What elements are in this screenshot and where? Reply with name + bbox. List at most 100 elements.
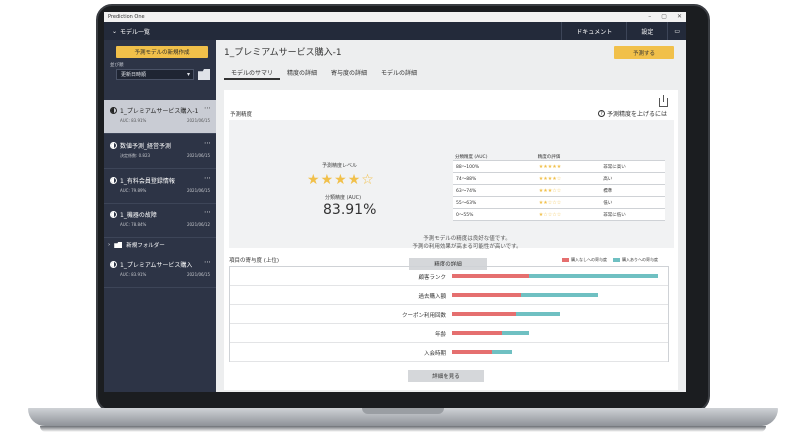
table-row: 0〜55% ★☆☆☆☆ 非常に低い [453, 208, 665, 221]
new-folder-icon[interactable] [198, 69, 210, 80]
sidebar-model-item[interactable]: 1_プレミアムサービス購入-1 ⋯ AUC: 83.91% 2021/06/15 [104, 100, 216, 134]
model-type-icon [110, 261, 117, 268]
minimize-button[interactable]: – [648, 13, 651, 20]
close-button[interactable]: ✕ [677, 13, 682, 20]
chat-icon[interactable]: ▭ [667, 22, 686, 40]
desc-cell: 低い [600, 196, 665, 209]
menubar: ⌄ モデル一覧 ドキュメント 設定 ▭ [104, 22, 686, 40]
contribution-label: 過去購入額 [418, 294, 446, 300]
accuracy-table: 分類精度 (AUC) 精度の評価 88〜100% ★★★★★ 非常に高い 74〜88%… [453, 154, 665, 221]
range-cell: 0〜55% [453, 208, 536, 221]
contribution-bar-negative [452, 312, 517, 316]
star-filled-icon: ★ [307, 172, 321, 188]
more-icon[interactable]: ⋯ [204, 258, 211, 266]
stars-cell: ★★★☆☆ [535, 184, 601, 197]
contribution-bar-positive [516, 312, 561, 316]
model-auc: 決定係数: 0.823 [120, 153, 151, 158]
menu-documents[interactable]: ドキュメント [561, 22, 626, 40]
model-auc: AUC: 83.91% [120, 118, 147, 123]
model-date: 2021/06/15 [186, 118, 210, 123]
tab-model-detail[interactable]: モデルの詳細 [374, 64, 424, 80]
sidebar-model-item[interactable]: 1_有料会員登録情報 ⋯ AUC: 79.89% 2021/06/15 [104, 170, 216, 204]
note-line: 予測モデルの精度は良好な値です。 [423, 236, 511, 242]
contribution-bar-positive [528, 274, 658, 278]
desc-cell: 非常に低い [600, 208, 665, 221]
contribution-bar-negative [452, 293, 521, 297]
model-name: 1_プレミアムサービス購入-1 [120, 108, 199, 115]
level-label: 予測精度レベル [322, 163, 358, 169]
download-icon[interactable] [659, 95, 668, 107]
legend-negative: 購入なしへの寄与度 [562, 257, 607, 263]
table-row: 88〜100% ★★★★★ 非常に高い [453, 160, 665, 173]
menu-settings[interactable]: 設定 [626, 22, 667, 40]
star-filled-icon: ★ [334, 172, 348, 188]
app-screen: Prediction One – ▢ ✕ ⌄ モデル一覧 ドキュメント 設定 ▭… [104, 12, 686, 392]
new-model-button[interactable]: 予測モデルの新規作成 [116, 46, 208, 58]
desc-cell: 非常に高い [600, 160, 665, 173]
contribution-bar-positive [520, 293, 598, 297]
contribution-legend: 購入なしへの寄与度 購入ありへの寄与度 [562, 257, 658, 263]
stars-cell: ★★★★★ [535, 160, 601, 173]
sidebar-model-item[interactable]: 1_プレミアムサービス購入 ⋯ AUC: 83.91% 2021/06/15 [104, 254, 216, 288]
model-type-icon [110, 107, 117, 114]
contribution-row: 入会時期 [230, 343, 668, 362]
sidebar-model-item[interactable]: 1_機器の故障 ⋯ AUC: 78.84% 2021/06/12 [104, 204, 216, 238]
sort-select[interactable]: 更新日時順 ▾ [116, 69, 194, 80]
sidebar-model-item[interactable]: 数値予測_経営予測 ⋯ 決定係数: 0.823 2021/06/15 [104, 135, 216, 169]
more-icon[interactable]: ⋯ [204, 139, 211, 147]
range-cell: 88〜100% [453, 160, 536, 173]
help-link[interactable]: ? 予測精度を上げるには [598, 109, 667, 118]
model-date: 2021/06/15 [186, 188, 210, 193]
contribution-bar-positive [501, 331, 529, 335]
table-row: 74〜88% ★★★★☆ 高い [453, 172, 665, 185]
maximize-button[interactable]: ▢ [661, 13, 667, 20]
model-name: 1_有料会員登録情報 [120, 178, 175, 185]
table-row: 63〜74% ★★★☆☆ 標準 [453, 184, 665, 197]
tab-accuracy-detail[interactable]: 精度の詳細 [280, 64, 324, 80]
desc-cell: 標準 [600, 184, 665, 197]
laptop-notch [362, 408, 444, 414]
note-line: 予測の利用効果が高まる可能性が高いです。 [412, 244, 522, 250]
model-name: 1_プレミアムサービス購入 [120, 262, 193, 269]
folder-icon [114, 242, 123, 248]
predict-button[interactable]: 予測する [614, 46, 674, 59]
help-link-label: 予測精度を上げるには [607, 111, 668, 118]
summary-panel: 予測精度 ? 予測精度を上げるには 予測精度レベル ★ ★ ★ ★ ☆ 分類精度 (AU… [224, 90, 678, 390]
sort-label: 並び順 [110, 63, 124, 68]
range-cell: 55〜63% [453, 196, 536, 209]
model-name: 1_機器の故障 [120, 212, 157, 219]
model-date: 2021/06/12 [186, 222, 210, 227]
range-cell: 74〜88% [453, 172, 536, 185]
contribution-row: クーポン利用回数 [230, 305, 668, 324]
model-auc: AUC: 83.91% [120, 272, 147, 277]
folder-label: 新規フォルダー [126, 243, 165, 249]
star-filled-icon: ★ [320, 172, 335, 188]
accuracy-section-title: 予測精度 [230, 112, 253, 118]
contribution-detail-button[interactable]: 詳細を見る [408, 370, 484, 382]
more-icon[interactable]: ⋯ [204, 208, 211, 216]
stars-cell: ★☆☆☆☆ [535, 208, 601, 221]
question-icon: ? [598, 110, 605, 117]
model-auc: AUC: 78.84% [120, 222, 147, 227]
more-icon[interactable]: ⋯ [204, 104, 211, 112]
sort-value: 更新日時順 [121, 72, 147, 78]
contribution-label: クーポン利用回数 [401, 313, 446, 319]
model-list-label: モデル一覧 [120, 28, 151, 36]
more-icon[interactable]: ⋯ [204, 174, 211, 182]
stars-cell: ★★☆☆☆ [535, 196, 601, 209]
tab-summary[interactable]: モデルのサマリ [224, 64, 281, 80]
model-list-menu[interactable]: ⌄ モデル一覧 [112, 27, 150, 36]
tab-bar: モデルのサマリ 精度の詳細 寄与度の詳細 モデルの詳細 [224, 64, 424, 80]
contribution-row: 顧客ランク [230, 267, 668, 286]
sidebar-folder[interactable]: › 新規フォルダー [104, 238, 216, 252]
desc-cell: 高い [600, 172, 665, 185]
stars-cell: ★★★★☆ [535, 172, 601, 185]
window-titlebar: Prediction One – ▢ ✕ [104, 12, 686, 22]
model-name: 数値予測_経営予測 [120, 143, 172, 150]
accuracy-box: 予測精度レベル ★ ★ ★ ★ ☆ 分類精度 (AUC) 83.91% 分類精度 (AU… [229, 120, 674, 270]
contribution-row: 年齢 [230, 324, 668, 343]
range-cell: 63〜74% [453, 184, 536, 197]
laptop-shadow [40, 426, 766, 432]
tab-contribution-detail[interactable]: 寄与度の詳細 [324, 64, 374, 80]
accuracy-note: 予測モデルの精度は良好な値です。 予測の利用効果が高まる可能性が高いです。 [369, 235, 565, 251]
